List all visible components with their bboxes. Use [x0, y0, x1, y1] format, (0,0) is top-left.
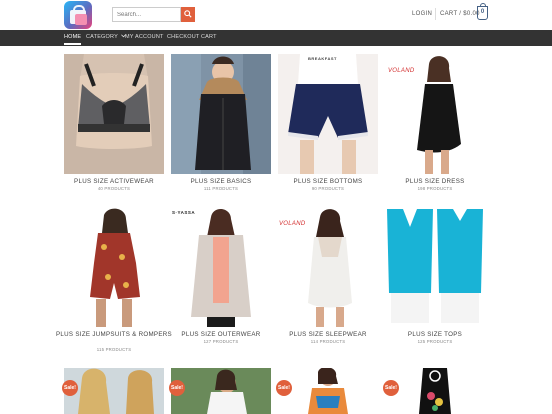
category-title[interactable]: PLUS SIZE BOTTOMS	[268, 178, 388, 186]
category-count: 125 PRODUCTS	[417, 339, 453, 344]
category-title[interactable]: PLUS SIZE BASICS	[161, 178, 281, 186]
category-count: 114 PRODUCTS	[310, 339, 346, 344]
brand-label: S·YASSA	[172, 210, 196, 215]
nav-home[interactable]: HOME	[64, 34, 81, 40]
nav-my-account[interactable]: MY ACCOUNT	[125, 34, 164, 40]
search-button[interactable]	[181, 7, 195, 22]
category-image[interactable]	[64, 207, 164, 327]
nav-category[interactable]: CATEGORY	[86, 34, 126, 40]
product-image[interactable]	[64, 368, 164, 414]
search-icon	[184, 10, 192, 18]
brand-label: VOLAND	[279, 221, 306, 227]
brand-label: BREAKFAST	[308, 56, 337, 61]
category-image[interactable]	[385, 207, 485, 327]
nav-active-indicator	[64, 43, 81, 45]
category-title[interactable]: PLUS SIZE DRESS	[375, 178, 495, 186]
main-nav: HOME CATEGORY MY ACCOUNT CHECKOUT CART	[0, 30, 552, 46]
product-image[interactable]	[278, 368, 378, 414]
category-title[interactable]: PLUS SIZE OUTERWEAR	[161, 331, 281, 339]
category-count: 115 PRODUCTS	[96, 347, 132, 352]
product-image[interactable]	[171, 368, 271, 414]
shopping-bag-logo-icon[interactable]	[64, 1, 92, 29]
category-count: 198 PRODUCTS	[417, 186, 453, 191]
nav-cart[interactable]: CART	[201, 34, 217, 40]
login-link[interactable]: LOGIN	[412, 11, 432, 17]
site-header: LOGIN CART / $0.00 0	[0, 0, 552, 30]
product-image[interactable]	[385, 368, 485, 414]
category-count: 90 PRODUCTS	[311, 186, 345, 191]
category-count: 40 PRODUCTS	[97, 186, 131, 191]
search-input[interactable]	[112, 7, 181, 22]
category-title[interactable]: PLUS SIZE JUMPSUITS & ROMPERS	[54, 331, 174, 339]
nav-checkout[interactable]: CHECKOUT	[167, 34, 199, 40]
category-image[interactable]	[278, 54, 378, 174]
sale-badge: Sale!	[383, 380, 399, 396]
category-title[interactable]: PLUS SIZE SLEEPWEAR	[268, 331, 388, 339]
cart-link[interactable]: CART / $0.00	[440, 11, 480, 17]
nav-category-label: CATEGORY	[86, 34, 118, 40]
category-title[interactable]: PLUS SIZE ACTIVEWEAR	[54, 178, 174, 186]
sale-badge: Sale!	[169, 380, 185, 396]
category-image[interactable]	[171, 54, 271, 174]
category-image[interactable]	[64, 54, 164, 174]
category-count: 127 PRODUCTS	[203, 339, 239, 344]
category-image[interactable]	[171, 207, 271, 327]
sale-badge: Sale!	[276, 380, 292, 396]
category-count: 111 PRODUCTS	[203, 186, 239, 191]
category-title[interactable]: PLUS SIZE TOPS	[375, 331, 495, 339]
search-form	[112, 7, 195, 22]
header-divider	[435, 8, 436, 20]
brand-label: VOLAND	[388, 68, 415, 74]
cart-count-badge[interactable]: 0	[477, 3, 488, 20]
sale-badge: Sale!	[62, 380, 78, 396]
